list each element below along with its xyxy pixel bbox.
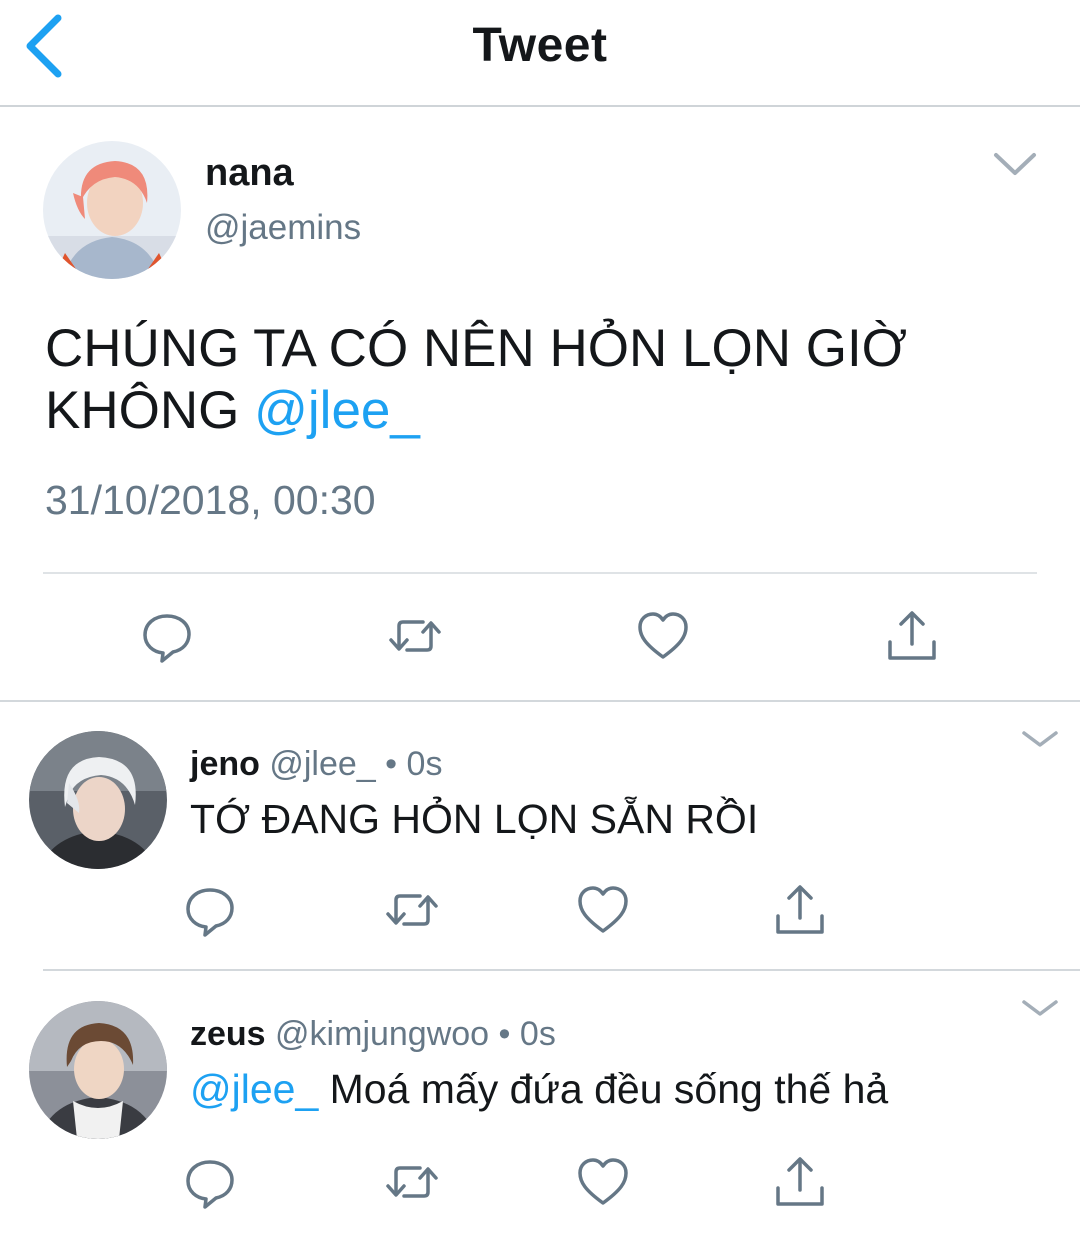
reply-header: zeus @kimjungwoo • 0s: [190, 1015, 556, 1054]
author-name[interactable]: zeus: [190, 1015, 266, 1053]
tweet-text: CHÚNG TA CÓ NÊN HỎN LỌN GIỜ KHÔNG @jlee_: [45, 318, 1045, 442]
author-handle[interactable]: @jlee_: [269, 745, 375, 783]
mention-link[interactable]: @jlee_: [254, 381, 420, 440]
retweet-button[interactable]: [382, 1152, 442, 1212]
heart-icon: [638, 612, 688, 659]
heart-icon: [578, 886, 628, 933]
reply-button[interactable]: [180, 880, 240, 940]
retweet-icon: [389, 620, 441, 652]
page-title: Tweet: [472, 19, 608, 72]
avatar-image: [29, 731, 167, 869]
reply-text: TỚ ĐANG HỎN LỌN SẴN RỒI: [190, 796, 759, 842]
author-handle[interactable]: @kimjungwoo: [275, 1015, 489, 1053]
avatar[interactable]: [29, 1001, 167, 1139]
chevron-down-icon: [1022, 731, 1058, 747]
reply-button[interactable]: [180, 1152, 240, 1212]
retweet-icon: [386, 1166, 438, 1198]
reply-header: jeno @jlee_ • 0s: [190, 745, 442, 784]
like-button[interactable]: [573, 1152, 633, 1212]
reply-time[interactable]: 0s: [407, 745, 443, 783]
retweet-button[interactable]: [382, 880, 442, 940]
reply-options-button[interactable]: [1018, 725, 1062, 755]
chevron-down-icon: [994, 153, 1036, 175]
author-name[interactable]: nana: [205, 152, 294, 195]
tweet-timestamp[interactable]: 31/10/2018, 00:30: [45, 477, 376, 524]
share-button[interactable]: [882, 606, 942, 666]
share-icon: [888, 611, 936, 660]
reply-time[interactable]: 0s: [520, 1015, 556, 1053]
heart-icon: [578, 1158, 628, 1205]
chevron-down-icon: [1022, 1000, 1058, 1016]
reply-bubble-icon: [186, 1160, 234, 1209]
tweet-body: CHÚNG TA CÓ NÊN HỎN LỌN GIỜ KHÔNG: [45, 319, 908, 440]
like-button[interactable]: [573, 880, 633, 940]
like-button[interactable]: [633, 606, 693, 666]
divider: [43, 969, 1080, 971]
share-button[interactable]: [770, 880, 830, 940]
meta-separator: •: [498, 1015, 511, 1053]
reply-bubble-icon: [143, 614, 191, 663]
author-name[interactable]: jeno: [190, 745, 260, 783]
mention-link[interactable]: @jlee_: [190, 1066, 318, 1112]
retweet-icon: [386, 894, 438, 926]
share-icon: [776, 1157, 824, 1206]
reply-options-button[interactable]: [1018, 994, 1062, 1024]
share-button[interactable]: [770, 1152, 830, 1212]
navigation-header: Tweet: [0, 0, 1080, 107]
avatar-image: [43, 141, 181, 279]
retweet-button[interactable]: [385, 606, 445, 666]
reply-bubble-icon: [186, 888, 234, 937]
avatar[interactable]: [29, 731, 167, 869]
reply-text: @jlee_ Moá mấy đứa đều sống thế hả: [190, 1066, 888, 1113]
meta-separator: •: [385, 745, 398, 783]
divider: [43, 572, 1037, 574]
divider: [0, 700, 1080, 702]
reply-body: Moá mấy đứa đều sống thế hả: [329, 1066, 889, 1112]
reply-button[interactable]: [137, 606, 197, 666]
author-handle[interactable]: @jaemins: [205, 208, 361, 248]
tweet-options-button[interactable]: [990, 145, 1040, 185]
share-icon: [776, 885, 824, 934]
avatar-image: [29, 1001, 167, 1139]
avatar[interactable]: [43, 141, 181, 279]
